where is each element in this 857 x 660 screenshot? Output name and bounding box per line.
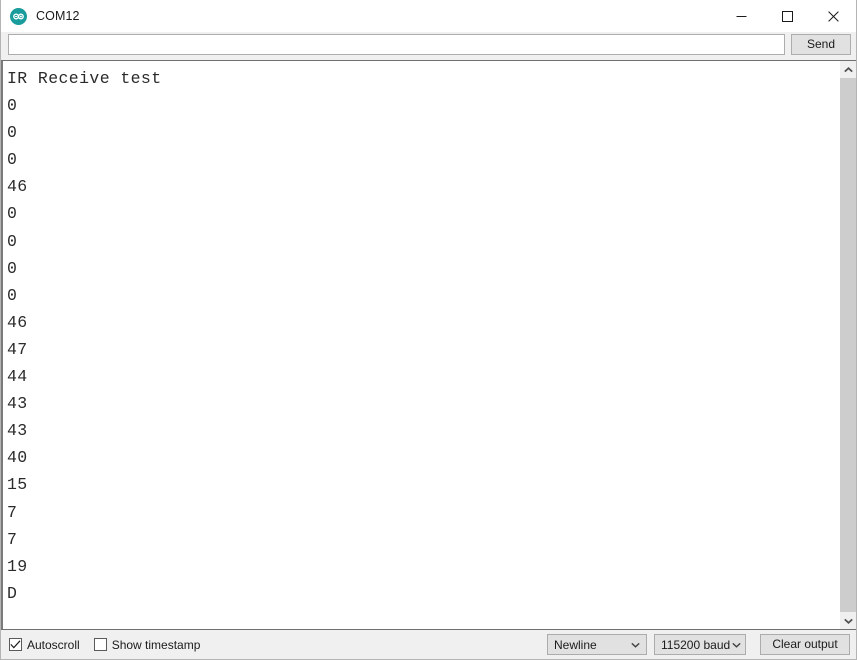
chevron-up-icon[interactable] [840, 61, 856, 78]
autoscroll-label: Autoscroll [27, 637, 80, 652]
serial-monitor-window: COM12 Send IR Receive test 0 0 0 46 0 0 0 0 46 47 4… [0, 0, 857, 660]
serial-output-line: 0 [7, 150, 18, 170]
window-title: COM12 [36, 9, 80, 23]
minimize-icon[interactable] [718, 0, 764, 32]
autoscroll-checkbox-box [9, 638, 22, 651]
window-controls [718, 0, 856, 32]
title-bar: COM12 [1, 0, 856, 32]
serial-output-text[interactable]: IR Receive test 0 0 0 46 0 0 0 0 46 47 44 43 43 40 15 7 7… [1, 61, 839, 629]
serial-output-line: 0 [7, 258, 18, 278]
serial-output-line: 7 [7, 529, 18, 549]
serial-output-line: 47 [7, 339, 28, 359]
vertical-scrollbar[interactable] [839, 61, 856, 629]
serial-output-line: 0 [7, 231, 18, 251]
serial-output-area: IR Receive test 0 0 0 46 0 0 0 0 46 47 44 43 43 40 15 7 7… [1, 60, 856, 629]
chevron-down-icon[interactable] [840, 612, 856, 629]
serial-output-line: 0 [7, 204, 18, 224]
bottom-toolbar: Autoscroll Show timestamp Newline 115200… [1, 629, 856, 659]
serial-output-line: 44 [7, 367, 28, 387]
serial-output-line: 7 [7, 502, 18, 522]
maximize-icon[interactable] [764, 0, 810, 32]
serial-output-line: 43 [7, 394, 28, 414]
chevron-down-icon [627, 642, 643, 648]
serial-output-line: 43 [7, 421, 28, 441]
line-ending-select[interactable]: Newline [547, 634, 647, 655]
serial-output-line: 19 [7, 556, 28, 576]
show-timestamp-checkbox-box [93, 638, 107, 651]
line-ending-value: Newline [554, 637, 597, 652]
serial-output-line: 0 [7, 285, 18, 305]
serial-output-line: 15 [7, 475, 28, 495]
scrollbar-track[interactable] [840, 78, 856, 612]
show-timestamp-checkbox[interactable]: Show timestamp [93, 637, 201, 652]
arduino-infinity-icon [10, 7, 27, 25]
send-row: Send [1, 32, 856, 60]
serial-output-line: D [7, 583, 18, 603]
chevron-down-icon [730, 642, 742, 648]
title-bar-left: COM12 [1, 7, 80, 25]
serial-output-line: IR Receive test [7, 69, 162, 88]
send-button[interactable]: Send [791, 34, 851, 55]
serial-output-line: 46 [7, 312, 28, 332]
baud-rate-select[interactable]: 115200 baud [654, 634, 746, 655]
serial-output-line: 0 [7, 96, 18, 116]
serial-output-line: 46 [7, 177, 28, 197]
show-timestamp-label: Show timestamp [111, 637, 201, 652]
autoscroll-checkbox[interactable]: Autoscroll [9, 638, 80, 652]
send-input[interactable] [8, 34, 785, 55]
serial-output-line: 40 [7, 448, 28, 468]
close-icon[interactable] [810, 0, 856, 32]
clear-output-button[interactable]: Clear output [760, 634, 850, 655]
serial-output-line: 0 [7, 123, 18, 143]
baud-rate-value: 115200 baud [661, 637, 731, 652]
scrollbar-thumb[interactable] [840, 78, 856, 612]
